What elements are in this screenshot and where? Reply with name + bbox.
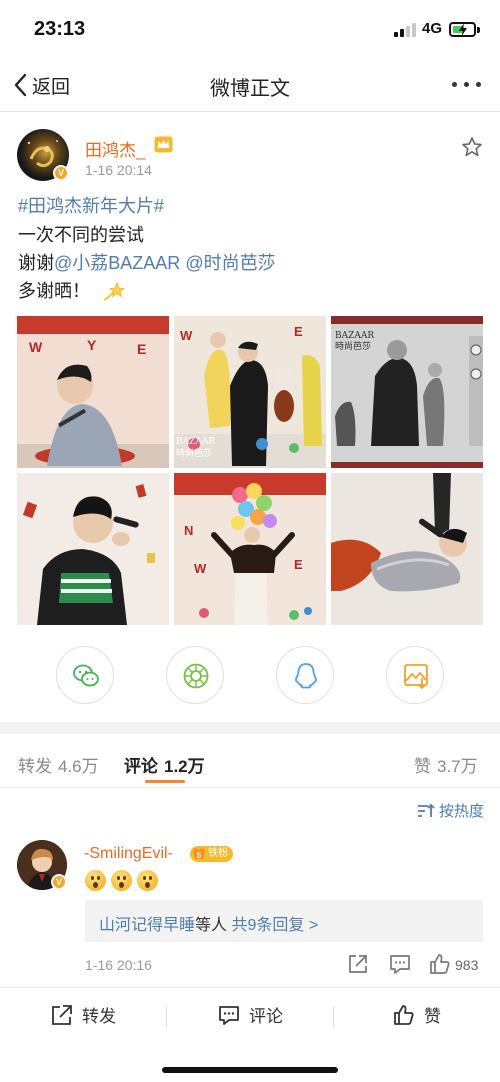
share-qq-button[interactable] bbox=[276, 646, 334, 704]
moments-icon bbox=[183, 663, 209, 689]
author-name[interactable]: 田鸿杰_ bbox=[85, 136, 145, 161]
post-photo-3[interactable]: BAZAAR 時尚芭莎 bbox=[331, 316, 483, 468]
page-title: 微博正文 bbox=[210, 78, 290, 100]
status-bar: 23:13 4G bbox=[0, 0, 500, 58]
repost-icon bbox=[52, 1004, 72, 1025]
tab-comment-count: 1.2万 bbox=[164, 757, 205, 776]
shooting-star-emoji-icon bbox=[103, 282, 126, 302]
tab-repost-label: 转发 bbox=[18, 757, 52, 776]
commenter-avatar[interactable]: V bbox=[17, 840, 67, 890]
share-moments-button[interactable] bbox=[166, 646, 224, 704]
thanks-more-text: 多谢晒！ bbox=[18, 281, 90, 301]
commenter-name[interactable]: -SmilingEvil- bbox=[84, 845, 173, 863]
sort-button[interactable]: 按热度 bbox=[417, 800, 484, 821]
battery-icon bbox=[449, 22, 476, 37]
svg-text:E: E bbox=[294, 324, 303, 339]
replies-mid: 等人 bbox=[195, 917, 228, 934]
comment-button[interactable]: 评论 bbox=[217, 1002, 283, 1027]
comment-like-count: 983 bbox=[455, 957, 479, 973]
hashtag-link[interactable]: #田鸿杰新年大片# bbox=[18, 196, 164, 216]
post-photo-2[interactable]: W E BAZAAR 時尚芭莎 bbox=[174, 316, 326, 468]
status-time: 23:13 bbox=[34, 18, 86, 40]
svg-text:W: W bbox=[29, 339, 43, 355]
mention-link-2[interactable]: @时尚芭莎 bbox=[185, 253, 275, 273]
svg-text:Y: Y bbox=[87, 337, 97, 353]
fan-badge: 5 铁粉 bbox=[190, 846, 233, 862]
post-text-line2: 一次不同的尝试 bbox=[18, 225, 144, 245]
svg-text:E: E bbox=[294, 557, 303, 572]
photo-logo-text-2: 時尚芭莎 bbox=[176, 447, 212, 459]
tab-like-label: 赞 bbox=[414, 757, 431, 776]
surprised-emoji-icon bbox=[85, 870, 106, 891]
comment-time: 1-16 20:16 bbox=[85, 957, 152, 973]
photo-logo-text-1: BAZAAR bbox=[176, 437, 215, 447]
comment-icon bbox=[219, 1005, 239, 1025]
post-photo-6[interactable] bbox=[331, 473, 483, 625]
tab-comment[interactable]: 评论 1.2万 bbox=[124, 752, 205, 777]
sort-label: 按热度 bbox=[439, 803, 485, 820]
more-dots-icon[interactable] bbox=[452, 82, 482, 88]
comment-share-icon[interactable] bbox=[346, 952, 370, 976]
save-image-button[interactable] bbox=[386, 646, 444, 704]
tab-like-count: 3.7万 bbox=[437, 757, 478, 776]
save-image-icon bbox=[404, 664, 428, 690]
replies-count[interactable]: 共9条回复 > bbox=[231, 917, 318, 934]
thanks-text: 谢谢 bbox=[18, 253, 54, 273]
replies-user[interactable]: 山河记得早睡 bbox=[99, 917, 195, 934]
tabs-border bbox=[0, 787, 500, 788]
tab-repost[interactable]: 转发 4.6万 bbox=[18, 752, 99, 777]
fan-level: 5 bbox=[197, 851, 202, 860]
nav-bar: 返回 微博正文 bbox=[0, 58, 500, 112]
share-wechat-button[interactable] bbox=[56, 646, 114, 704]
network-type: 4G bbox=[422, 20, 443, 37]
post-hashtag-line: #田鸿杰新年大片# bbox=[18, 193, 488, 219]
like-button[interactable]: 赞 bbox=[392, 1002, 441, 1027]
verified-v-icon: V bbox=[51, 874, 67, 890]
tab-like[interactable]: 赞 3.7万 bbox=[414, 752, 478, 777]
photo-logo-text-3: BAZAAR bbox=[335, 331, 374, 341]
surprised-emoji-icon bbox=[137, 870, 158, 891]
wechat-icon bbox=[73, 664, 99, 687]
bottom-action-bar: 转发 评论 赞 bbox=[0, 987, 500, 1082]
thumbs-up-icon bbox=[394, 1004, 414, 1025]
tab-comment-label: 评论 bbox=[124, 757, 158, 776]
tab-repost-count: 4.6万 bbox=[58, 757, 99, 776]
sort-icon bbox=[418, 803, 435, 817]
comment-label: 评论 bbox=[249, 1007, 283, 1026]
repost-button[interactable]: 转发 bbox=[50, 1002, 116, 1027]
bottom-separator bbox=[166, 1006, 167, 1028]
svg-text:N: N bbox=[184, 523, 193, 538]
bottom-separator bbox=[333, 1006, 334, 1028]
photo-logo-text-4: 時尚芭莎 bbox=[335, 340, 371, 352]
post-photo-1[interactable]: W Y E bbox=[17, 316, 169, 468]
qq-icon bbox=[295, 663, 317, 689]
author-avatar[interactable]: V bbox=[17, 129, 69, 181]
post-photo-5[interactable]: N W E bbox=[174, 473, 326, 625]
like-label: 赞 bbox=[424, 1007, 441, 1026]
svg-text:E: E bbox=[137, 341, 146, 357]
post-time: 1-16 20:14 bbox=[85, 162, 152, 178]
replies-preview[interactable]: 山河记得早睡等人 共9条回复 > bbox=[85, 900, 483, 942]
post-photo-4[interactable] bbox=[17, 473, 169, 625]
signal-icon bbox=[394, 23, 418, 37]
surprised-emoji-icon bbox=[111, 870, 132, 891]
verified-v-icon: V bbox=[53, 165, 69, 181]
comment-like-icon[interactable] bbox=[428, 952, 452, 976]
comment-emoji-row bbox=[85, 870, 158, 891]
post-text-line3: 谢谢@小荔BAZAAR @时尚芭莎 bbox=[18, 250, 488, 276]
mention-link-1[interactable]: @小荔BAZAAR bbox=[54, 253, 180, 273]
repost-label: 转发 bbox=[82, 1007, 116, 1026]
fan-badge-label: 铁粉 bbox=[208, 848, 228, 859]
battery-cap bbox=[477, 27, 480, 33]
home-indicator bbox=[162, 1067, 338, 1073]
active-tab-indicator bbox=[145, 780, 185, 783]
svg-text:W: W bbox=[180, 328, 193, 343]
section-divider bbox=[0, 722, 500, 734]
star-icon[interactable] bbox=[461, 136, 483, 158]
crown-icon bbox=[154, 136, 173, 153]
post-text-line4: 多谢晒！ bbox=[18, 278, 488, 304]
svg-text:W: W bbox=[194, 561, 207, 576]
comment-reply-icon[interactable] bbox=[388, 952, 412, 976]
fan-level-icon: 5 bbox=[193, 848, 205, 860]
